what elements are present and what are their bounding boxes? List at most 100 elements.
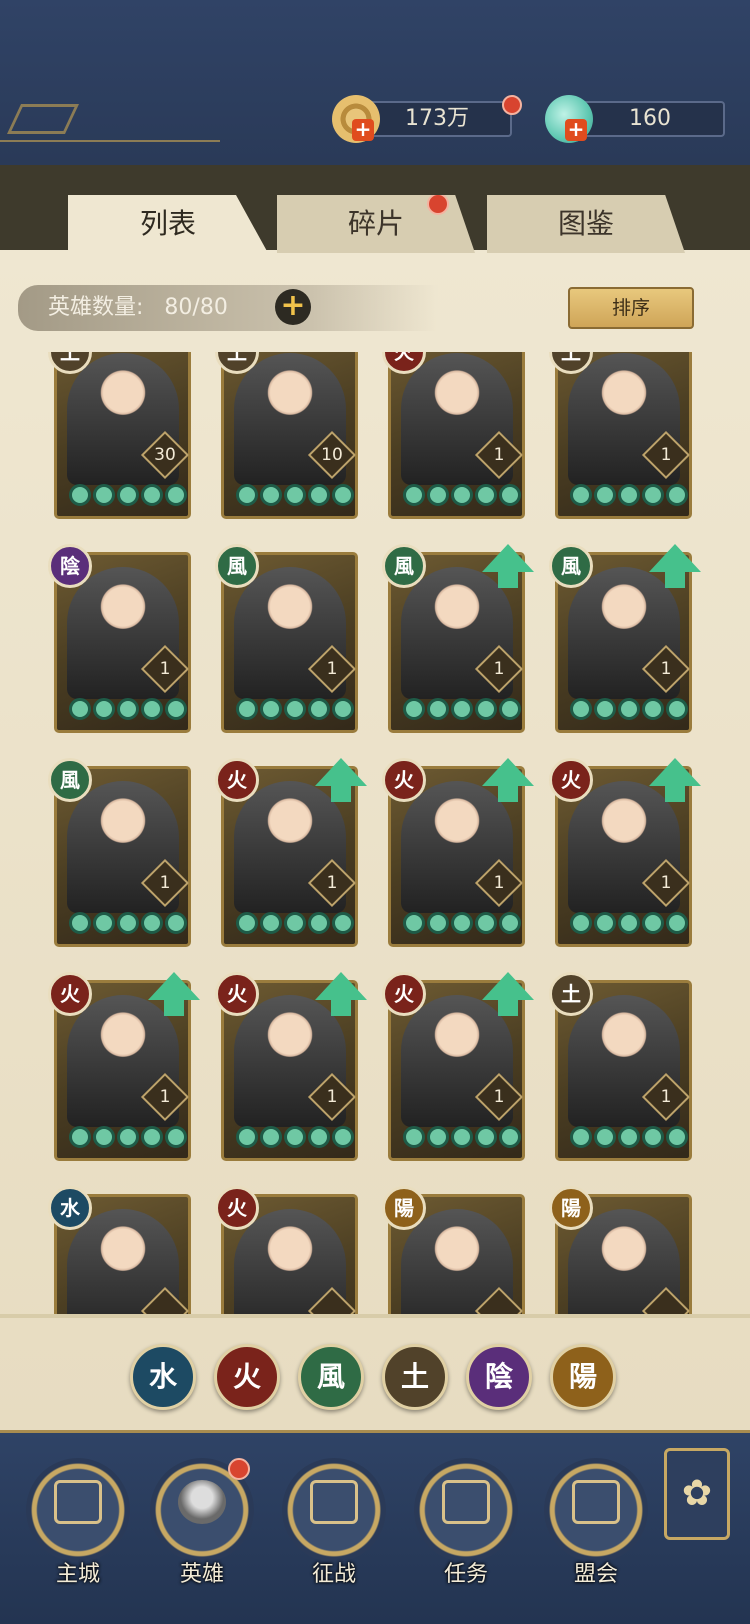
star-orb-icon [117,698,139,720]
gem-amount: 160 [575,101,725,137]
element-badge: 火 [215,972,259,1016]
hero-level: 1 [159,1087,171,1107]
element-badge: 火 [215,758,259,802]
tab-fragments[interactable]: 碎片 [277,195,475,253]
hero-level: 1 [493,445,505,465]
hero-level [484,1298,514,1314]
hero-level [150,1298,180,1314]
hero-card[interactable]: 10 [221,352,358,519]
nav-quests[interactable]: 任务 [414,1458,518,1587]
upgrade-arrow-icon [649,544,701,588]
star-orb-icon [236,912,258,934]
nav-main-city[interactable]: 主城 [26,1458,130,1587]
hero-stars [69,1126,187,1152]
element-badge: 水 [48,1186,92,1230]
hero-card[interactable]: 1 [388,352,525,519]
hero-card[interactable]: 1 [555,352,692,519]
bottom-nav: 主城 英雄 征战 任务 盟会 [0,1430,750,1624]
hero-stars [69,484,187,510]
star-orb-icon [427,484,449,506]
expand-hero-slots-button[interactable]: + [275,289,311,325]
element-badge: 陽 [549,1186,593,1230]
tab-codex[interactable]: 图鉴 [487,195,685,253]
tab-list[interactable]: 列表 [68,195,268,253]
star-orb-icon [499,484,521,506]
star-orb-icon [332,698,354,720]
hero-card[interactable]: 30 [54,352,191,519]
gem-add-icon[interactable]: + [565,119,587,141]
more-menu-button[interactable]: ✿ [664,1448,730,1540]
star-orb-icon [260,484,282,506]
hero-level [651,1298,681,1314]
hero-stars [570,1126,688,1152]
star-orb-icon [141,698,163,720]
star-orb-icon [618,1126,640,1148]
star-orb-icon [475,698,497,720]
sort-button[interactable]: 排序 [568,287,694,329]
coin-counter[interactable]: 173万 + [332,95,522,143]
element-filter-button[interactable]: 陰 [466,1344,532,1410]
star-orb-icon [284,484,306,506]
star-orb-icon [69,912,91,934]
hero-stars [403,1126,521,1152]
star-orb-icon [642,912,664,934]
upgrade-arrow-icon [649,758,701,802]
bell-icon [442,1480,490,1524]
star-orb-icon [475,1126,497,1148]
element-badge: 火 [382,972,426,1016]
scroll-icon [310,1480,358,1524]
coin-add-icon[interactable]: + [352,119,374,141]
star-orb-icon [165,912,187,934]
star-orb-icon [499,1126,521,1148]
star-orb-icon [618,484,640,506]
nav-guild[interactable]: 盟会 [544,1458,648,1587]
gem-counter[interactable]: 160 + [545,95,735,143]
nav-main-city-label: 主城 [55,1562,100,1587]
star-orb-icon [666,1126,688,1148]
star-orb-icon [308,912,330,934]
star-orb-icon [332,912,354,934]
hero-level: 1 [326,873,338,893]
star-orb-icon [93,698,115,720]
star-orb-icon [93,1126,115,1148]
star-orb-icon [165,484,187,506]
divider [0,1314,750,1318]
star-orb-icon [69,698,91,720]
star-orb-icon [260,698,282,720]
element-filter-button[interactable]: 土 [382,1344,448,1410]
element-filter-button[interactable]: 陽 [550,1344,616,1410]
hero-stars [236,1126,354,1152]
star-orb-icon [308,698,330,720]
element-filter-button[interactable]: 風 [298,1344,364,1410]
fragments-notification-dot [427,195,449,215]
star-orb-icon [642,484,664,506]
element-filter-button[interactable]: 火 [214,1344,280,1410]
nav-heroes-label: 英雄 [179,1562,224,1587]
element-badge: 風 [48,758,92,802]
hero-stars [236,698,354,724]
nav-campaign-label: 征战 [311,1562,356,1587]
star-orb-icon [284,912,306,934]
upgrade-arrow-icon [315,972,367,1016]
star-orb-icon [594,1126,616,1148]
star-orb-icon [403,912,425,934]
hero-stars [570,912,688,938]
element-badge: 火 [382,758,426,802]
star-orb-icon [475,484,497,506]
star-orb-icon [427,698,449,720]
nav-campaign[interactable]: 征战 [282,1458,386,1587]
upgrade-arrow-icon [315,758,367,802]
star-orb-icon [618,698,640,720]
star-orb-icon [308,1126,330,1148]
nav-heroes[interactable]: 英雄 [150,1458,254,1587]
star-orb-icon [499,698,521,720]
star-orb-icon [642,1126,664,1148]
hero-level: 1 [159,659,171,679]
element-filter-button[interactable]: 水 [130,1344,196,1410]
star-orb-icon [141,484,163,506]
element-badge: 風 [382,544,426,588]
star-orb-icon [260,1126,282,1148]
hero-level: 10 [321,445,343,465]
star-orb-icon [666,698,688,720]
star-orb-icon [427,912,449,934]
